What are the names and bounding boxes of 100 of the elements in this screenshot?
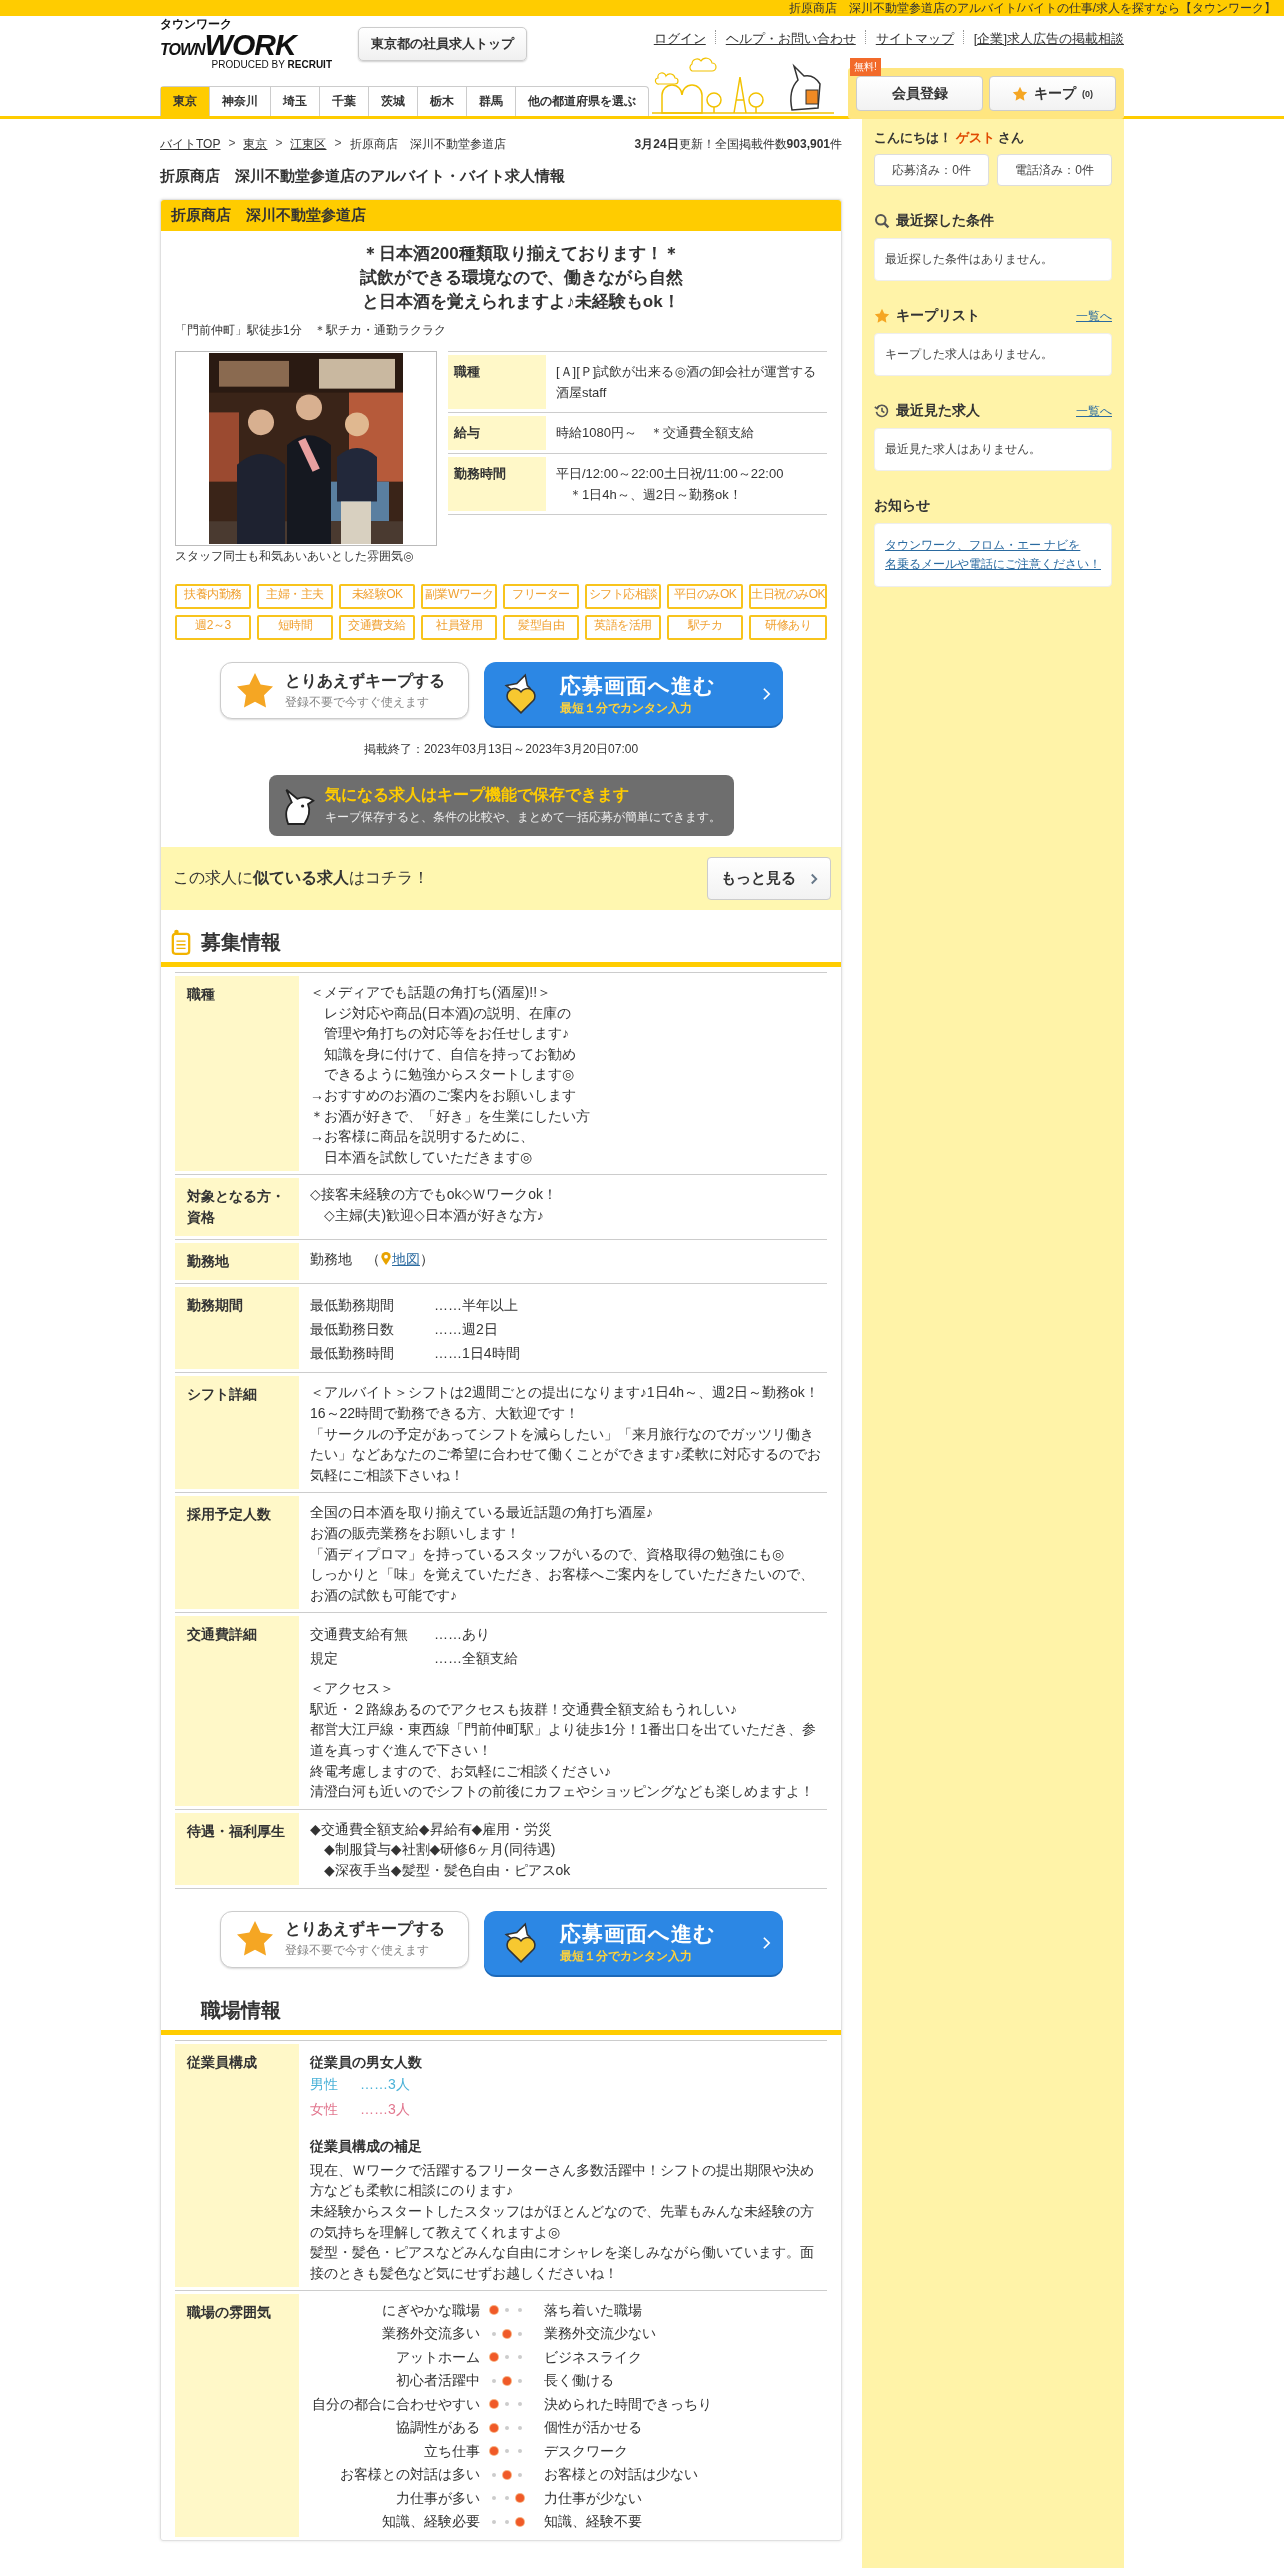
text-line: 日本酒を試飲していただきます◎ — [323, 1147, 534, 1167]
text-line: ＜アルバイト＞シフトは2週間ごとの提出になります♪1日4h～、週2日～勤務ok！ — [310, 1383, 820, 1403]
star-icon — [874, 308, 890, 324]
keep-button[interactable]: キープ (0) — [989, 76, 1116, 111]
atmosphere-right: ビジネスライク — [544, 2347, 642, 2367]
apply-button[interactable]: 応募画面へ進む 最短１分でカンタン入力 — [483, 662, 783, 726]
map-pin-icon — [380, 1251, 392, 1267]
empty-message: 最近見た求人はありません。 — [885, 442, 1041, 456]
text-line: しっかりと「味」を覚えていただき、お客様へご案内をしていただきたいので、 — [310, 1565, 815, 1585]
chevron-right-icon — [809, 872, 818, 885]
section-title: 募集情報 — [201, 930, 281, 955]
section-title: 職場情報 — [201, 1997, 281, 2023]
atmosphere-left: アットホーム — [395, 2347, 480, 2367]
text-line: 全国の日本酒を取り揃えている最近話題の角打ち酒屋♪ — [310, 1503, 654, 1523]
breadcrumb-link[interactable]: 江東区 — [290, 136, 327, 153]
top-button[interactable]: 東京都の社員求人トップ — [358, 27, 527, 61]
text-line: 清澄白河も近いのでシフトの前後にカフェやショッピングなども楽しめますよ！ — [310, 1782, 815, 1802]
atmosphere-left: お客様との対話は多い — [339, 2465, 480, 2485]
condition-value: ……全額支給 — [434, 1649, 518, 1669]
summary-label: 給与 — [448, 416, 546, 450]
text-line: ◆深夜手当◆髪型・髪色自由・ピアスok — [323, 1861, 572, 1881]
greeting-text: こんにちは！ — [874, 130, 952, 145]
atmosphere-left: 知識、経験必要 — [381, 2512, 480, 2532]
header-link[interactable]: [企業]求人広告の掲載相談 — [973, 30, 1124, 48]
keep-job-button[interactable]: とりあえずキープする 登録不要で今すぐ使えます — [219, 662, 469, 719]
location-text: ） — [420, 1251, 434, 1268]
row-label: 勤務地 — [175, 1243, 299, 1281]
breadcrumb-link[interactable]: バイトTOP — [160, 136, 221, 153]
text-line: お酒の試飲も可能です♪ — [310, 1585, 458, 1605]
user-name: ゲスト — [955, 130, 995, 145]
summary-label: 勤務時間 — [448, 457, 546, 511]
location-text: 勤務地 （ — [310, 1251, 380, 1268]
gender-count: ……3人 — [360, 2075, 410, 2095]
summary-label: 職種 — [448, 355, 546, 409]
text-line: お酒の販売業務をお願いします！ — [310, 1523, 521, 1543]
text-line: ＜アクセス＞ — [310, 1679, 395, 1699]
atmosphere-left: にぎやかな職場 — [381, 2300, 480, 2320]
keep-banner[interactable]: 気になる求人はキープ機能で保存できます キープ保存すると、条件の比較や、まとめて一括応募が簡単にできます。 — [268, 775, 734, 836]
atmosphere-left: 業務外交流多い — [381, 2324, 480, 2344]
keep-job-button[interactable]: とりあえずキープする 登録不要で今すぐ使えます — [219, 1910, 469, 1968]
atmosphere-left: 立ち仕事 — [423, 2441, 480, 2461]
text-line: レジ対応や商品(日本酒)の説明、在庫の — [323, 1003, 573, 1023]
condition-name: 規定 — [310, 1649, 339, 1669]
map-link[interactable]: 地図 — [392, 1251, 420, 1268]
breadcrumb-current: 折原商店 深川不動堂参道店 — [349, 136, 506, 153]
row-label: 従業員構成 — [175, 2043, 299, 2288]
subheading: 従業員の男女人数 — [310, 2052, 423, 2072]
notice-link[interactable]: タウンワーク、フロム・エー ナビを — [885, 536, 1081, 555]
breadcrumb-separator: > — [228, 136, 236, 152]
sidebar-heading: お知らせ — [874, 497, 931, 515]
summary-value: [Ａ][Ｐ]試飲が出来る◎酒の卸会社が運営する酒屋staff — [556, 363, 817, 402]
header-link[interactable]: ヘルプ・お問い合わせ — [725, 30, 856, 48]
text-line: 現在、Ｗワークで活躍するフリーターさん多数活躍中！シフトの提出期限や決め方なども柔軟に相談にのります♪ — [310, 2160, 815, 2201]
atmosphere-right: デスクワーク — [544, 2441, 628, 2461]
breadcrumb-separator: > — [334, 136, 342, 152]
condition-name: 最低勤務時間 — [310, 1344, 395, 1364]
row-label: シフト詳細 — [175, 1376, 299, 1490]
empty-message: キープした求人はありません。 — [885, 347, 1053, 361]
counter-button[interactable]: 電話済み：0件 — [997, 154, 1112, 186]
empty-message: 最近探した条件はありません。 — [885, 252, 1053, 266]
atmosphere-right: お客様との対話は少ない — [544, 2465, 698, 2485]
text-line: ＊お酒が好きで、「好き」を生業にしたい方 — [310, 1106, 591, 1126]
list-link[interactable]: 一覧へ — [1076, 402, 1112, 420]
text-line: ◇主婦(夫)歓迎◇日本酒が好きな方♪ — [323, 1205, 545, 1225]
text-line: ◆交通費全額支給◆昇給有◆雇用・労災 — [310, 1819, 554, 1839]
logo[interactable]: タウンワーク TOWNWORK PRODUCED BY RECRUIT — [160, 18, 336, 70]
header-link[interactable]: ログイン — [653, 30, 706, 48]
list-link[interactable]: 一覧へ — [1076, 307, 1112, 325]
update-info: 3月24日更新！全国掲載件数903,901件 — [634, 136, 842, 153]
summary-value: 平日/12:00～22:00土日祝/11:00～22:00 — [556, 465, 785, 483]
prefecture-tab[interactable]: 東京 — [161, 87, 209, 116]
text-line: →お客様に商品を説明するために、 — [310, 1127, 535, 1147]
condition-name: 最低勤務期間 — [310, 1296, 395, 1316]
atmosphere-left: 自分の都合に合わせやすい — [311, 2394, 480, 2414]
breadcrumb-link[interactable]: 東京 — [243, 136, 268, 153]
row-label: 待遇・福利厚生 — [175, 1812, 299, 1885]
access-text: 「門前仲町」駅徒歩1分 ＊駅チカ・通勤ラクラク — [175, 322, 447, 339]
text-line: 知識を身に付けて、自信を持ってお勧め — [323, 1044, 577, 1064]
text-line: 管理や角打ちの対応等をお任せします♪ — [323, 1024, 570, 1044]
search-icon — [874, 213, 890, 229]
free-badge: 無料! — [850, 58, 881, 76]
row-label: 職種 — [175, 976, 299, 1172]
gender-count: ……3人 — [360, 2100, 410, 2120]
notice-link[interactable]: 名乗るメールや電話にご注意ください！ — [885, 555, 1101, 574]
text-line: 髪型・髪色・ピアスなどみんな自由にオシャレを楽しみながら働いています。面接のときも髪色など気にせずお越しくださいね！ — [310, 2243, 815, 2283]
apply-button[interactable]: 応募画面へ進む 最短１分でカンタン入力 — [483, 1910, 783, 1975]
header-link[interactable]: サイトマップ — [875, 30, 954, 48]
counter-button[interactable]: 応募済み：0件 — [874, 154, 989, 186]
condition-value: ……週2日 — [434, 1320, 498, 1340]
condition-value: ……あり — [434, 1625, 490, 1645]
atmosphere-right: 力仕事が少ない — [544, 2488, 642, 2508]
text-line: 16～22時間で勤務できる方、大歓迎です！ — [310, 1403, 581, 1423]
posting-period: 掲載終了：2023年03月13日～2023年3月20日07:00 — [362, 741, 640, 758]
memo-icon — [171, 928, 191, 956]
more-button[interactable]: もっと見る — [707, 857, 831, 900]
atmosphere-left: 初心者活躍中 — [395, 2371, 480, 2391]
gender-label: 女性 — [310, 2100, 339, 2120]
register-button[interactable]: 会員登録 — [856, 76, 983, 111]
catch-copy-line: と日本酒を覚えられますよ♪未経験もok！ — [361, 291, 681, 313]
atmosphere-right: 決められた時間できっちり — [544, 2394, 712, 2414]
